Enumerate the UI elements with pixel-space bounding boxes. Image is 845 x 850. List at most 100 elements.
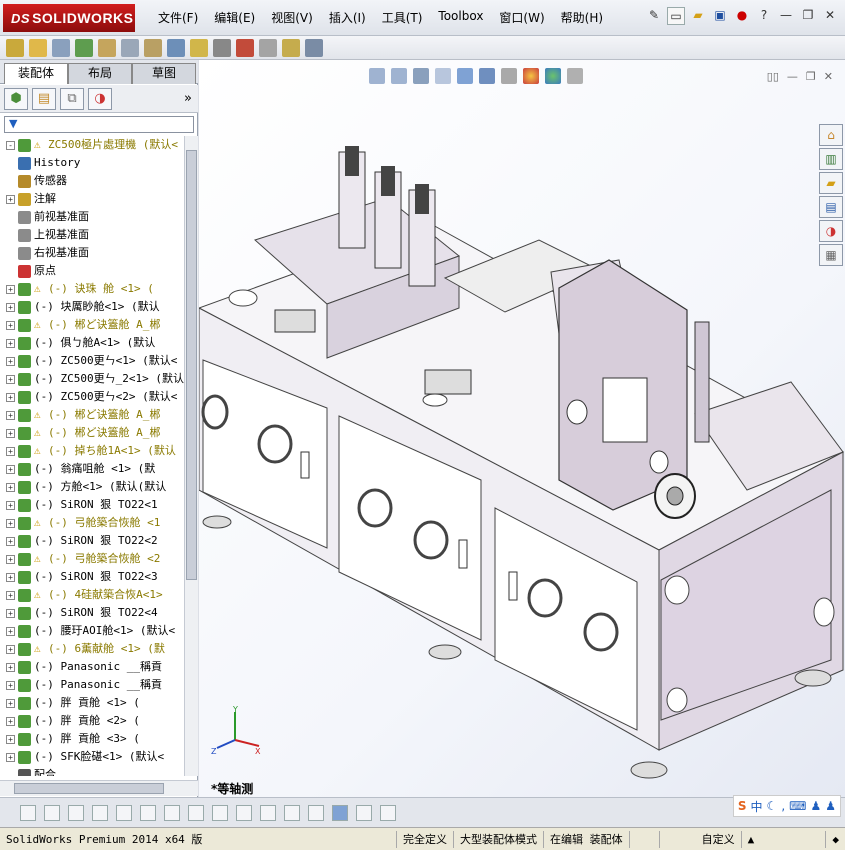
expand-toggle-icon[interactable]: + [6, 626, 15, 636]
expand-toggle-icon[interactable]: + [6, 338, 15, 348]
expand-toggle-icon[interactable]: + [6, 734, 15, 744]
expand-toggle-icon[interactable]: + [6, 500, 15, 510]
sogou-icon[interactable]: S [738, 799, 747, 813]
tree-node[interactable]: + (-) SiRON 狠 TO22<1 [0, 496, 184, 514]
line-icon[interactable] [68, 804, 84, 821]
expand-toggle-icon[interactable]: + [6, 680, 15, 690]
tab-sketch[interactable]: 草图 [132, 63, 196, 84]
scroll-thumb-horizontal[interactable] [14, 783, 164, 794]
expand-toggle-icon[interactable]: + [6, 608, 15, 618]
expand-chevron-icon[interactable]: » [184, 91, 192, 106]
chamfer-icon[interactable] [236, 804, 252, 821]
new-motion-study-icon[interactable] [213, 38, 231, 57]
assembly-features-icon[interactable] [167, 38, 185, 57]
tree-node[interactable]: 原点 [0, 262, 184, 280]
reference-geometry-icon[interactable] [190, 38, 208, 57]
file-explorer-icon[interactable]: ▰ [819, 172, 843, 194]
speedpak-icon[interactable] [305, 38, 323, 57]
tree-node[interactable]: + (-) SiRON 狠 TO22<2 [0, 532, 184, 550]
save-icon[interactable]: ▣ [711, 7, 729, 25]
tree-node[interactable]: History [0, 154, 184, 172]
tree-node[interactable]: + (-) Panasonic __稱貢 [0, 658, 184, 676]
expand-toggle-icon[interactable]: + [6, 356, 15, 366]
design-library-icon[interactable]: ▥ [819, 148, 843, 170]
tree-node[interactable]: + (-) 胖 貢舱 <3> ( [0, 730, 184, 748]
fillet-icon[interactable] [212, 804, 228, 821]
expand-toggle-icon[interactable]: + [6, 428, 15, 438]
table-icon[interactable] [380, 804, 396, 821]
menu-window[interactable]: 窗口(W) [491, 9, 552, 26]
expand-toggle-icon[interactable]: + [6, 572, 15, 582]
display-manager-icon[interactable]: ◑ [88, 87, 112, 110]
solidworks-logo[interactable]: DS SOLIDWORKS [3, 4, 135, 32]
unit-system[interactable]: 自定义 [658, 830, 741, 848]
menu-file[interactable]: 文件(F) [150, 9, 206, 26]
close-icon[interactable]: ✕ [821, 7, 839, 25]
tree-node[interactable]: + (-) 俱ㄅ舱A<1> (默认 [0, 334, 184, 352]
expand-toggle-icon[interactable]: + [6, 554, 15, 564]
trim-icon[interactable] [116, 804, 132, 821]
tag-icon[interactable]: ◆ [825, 830, 845, 848]
tree-filter-input[interactable]: ▼ [4, 116, 194, 133]
expand-toggle-icon[interactable]: + [6, 590, 15, 600]
assembly-model[interactable] [199, 60, 845, 797]
smart-fasteners-icon[interactable] [98, 38, 116, 57]
tree-node[interactable]: + (-) 腰玗AOI舱<1> (默认< [0, 622, 184, 640]
menu-help[interactable]: 帮助(H) [553, 9, 611, 26]
scroll-thumb[interactable] [186, 150, 197, 580]
instant3d-icon[interactable] [282, 38, 300, 57]
mate-icon[interactable] [52, 38, 70, 57]
tree-node[interactable]: + ⚠ (-) 郴ど诀篕舱 A_郴 [0, 316, 184, 334]
user-icon[interactable]: ♟ [810, 799, 821, 813]
moon-icon[interactable]: ☾ [767, 799, 778, 813]
help-icon[interactable]: ? [755, 7, 773, 25]
expand-toggle-icon[interactable]: + [6, 644, 15, 654]
tree-node[interactable]: + (-) Panasonic __稱貢 [0, 676, 184, 694]
expand-toggle-icon[interactable]: + [6, 518, 15, 528]
expand-toggle-icon[interactable]: + [6, 752, 15, 762]
mirror-icon[interactable] [188, 804, 204, 821]
tree-node[interactable]: 传感器 [0, 172, 184, 190]
tree-node[interactable]: + ⚠ (-) 6薰献舱 <1> (默 [0, 640, 184, 658]
expand-toggle-icon[interactable]: + [6, 698, 15, 708]
minimize-icon[interactable]: — [777, 7, 795, 25]
menu-insert[interactable]: 插入(I) [321, 9, 374, 26]
tree-node[interactable]: + ⚠ (-) 弓舱築合恢舱 <1 [0, 514, 184, 532]
property-manager-icon[interactable]: ▤ [32, 87, 56, 110]
extend-icon[interactable] [140, 804, 156, 821]
tree-node[interactable]: + (-) SFK脸碪<1> (默认< [0, 748, 184, 766]
tree-node[interactable]: + 注解 [0, 190, 184, 208]
unit-dropdown-icon[interactable]: ▲ [740, 830, 761, 848]
expand-toggle-icon[interactable]: + [6, 662, 15, 672]
expand-toggle-icon[interactable]: + [6, 446, 15, 456]
tree-horizontal-scrollbar[interactable] [0, 780, 198, 796]
tree-node[interactable]: + ⚠ (-) 弓舱築合恢舱 <2 [0, 550, 184, 568]
tree-node[interactable]: 右视基准面 [0, 244, 184, 262]
expand-toggle-icon[interactable]: + [6, 284, 15, 294]
restore-icon[interactable]: ❐ [799, 7, 817, 25]
custom-properties-icon[interactable]: ▦ [819, 244, 843, 266]
tree-node[interactable]: + ⚠ (-) 4硅献築合恢A<1> [0, 586, 184, 604]
expand-toggle-icon[interactable]: + [6, 392, 15, 402]
tree-node[interactable]: + (-) 胖 貢舱 <1> ( [0, 694, 184, 712]
tree-node[interactable]: + (-) SiRON 狠 TO22<3 [0, 568, 184, 586]
configuration-manager-icon[interactable]: ⧉ [60, 87, 84, 110]
shaded-cube-icon[interactable] [332, 804, 348, 821]
tree-node[interactable]: + ⚠ (-) 郴ど诀篕舱 A_郴 [0, 406, 184, 424]
menu-toolbox[interactable]: Toolbox [430, 9, 491, 26]
view-layout-icon[interactable] [356, 804, 372, 821]
tree-vertical-scrollbar[interactable] [184, 136, 198, 776]
chinese-mode-icon[interactable]: 中 [751, 798, 763, 815]
tree-node[interactable]: + (-) ZC500更ㄣ<2> (默认< [0, 388, 184, 406]
point-icon[interactable] [20, 804, 36, 821]
polygon-icon[interactable] [92, 804, 108, 821]
expand-toggle-icon[interactable]: + [6, 410, 15, 420]
shirt-icon[interactable]: ♟ [825, 799, 836, 813]
expand-toggle-icon[interactable]: + [6, 716, 15, 726]
tree-node[interactable]: 前视基准面 [0, 208, 184, 226]
open-folder-icon[interactable]: ▰ [689, 7, 707, 25]
new-part-icon[interactable] [29, 38, 47, 57]
expand-toggle-icon[interactable]: + [6, 536, 15, 546]
tree-node[interactable]: - ⚠ ZC500極片處理機 (默认< [0, 136, 184, 154]
insert-component-icon[interactable] [6, 38, 24, 57]
